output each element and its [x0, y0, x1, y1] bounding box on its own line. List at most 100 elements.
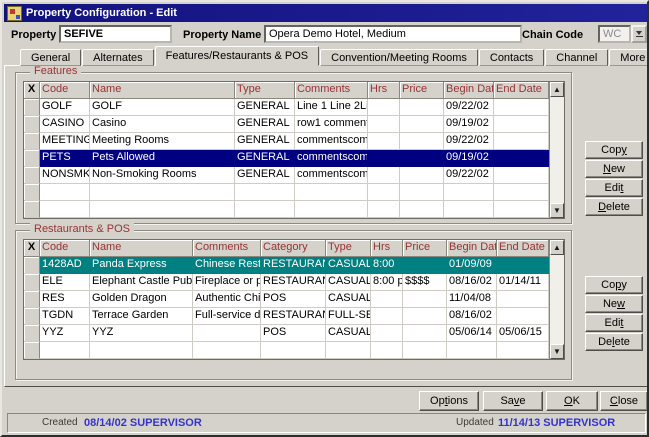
cell — [494, 184, 549, 201]
tab-bar: GeneralAlternatesFeatures/Restaurants & … — [20, 46, 649, 66]
cell: RES — [40, 291, 90, 308]
features-row-golf[interactable]: GOLFGOLFGENERALLine 1 Line 2Line09/22/02 — [24, 99, 564, 116]
close-button[interactable]: Close — [600, 391, 648, 411]
features-column-header-price: Price — [400, 82, 444, 99]
cell: 1428AD — [40, 257, 90, 274]
restaurants-scrollbar[interactable]: ▲▼ — [549, 240, 564, 359]
features-row-pets[interactable]: PETSPets AllowedGENERALcommentscomme09/1… — [24, 150, 564, 167]
cell — [400, 201, 444, 218]
cell: row1 comments o — [295, 116, 368, 133]
cell — [326, 342, 371, 359]
chain-code-lov-button[interactable] — [631, 25, 647, 43]
cell — [400, 150, 444, 167]
row-selector-cell — [24, 133, 40, 150]
cell: GENERAL — [235, 167, 295, 184]
restaurants-row-tgdn[interactable]: TGDNTerrace GardenFull-service dininREST… — [24, 308, 564, 325]
features-new-button[interactable]: New — [585, 160, 643, 178]
restaurants-delete-button[interactable]: Delete — [585, 333, 643, 351]
cell: MEETING — [40, 133, 90, 150]
cell — [444, 201, 494, 218]
row-selector-cell — [24, 201, 40, 218]
cell — [371, 342, 403, 359]
cell: Line 1 Line 2Line — [295, 99, 368, 116]
restaurants-copy-button[interactable]: Copy — [585, 276, 643, 294]
cell: PETS — [40, 150, 90, 167]
cell: 8:00 — [371, 257, 403, 274]
chain-code-input[interactable] — [598, 25, 631, 43]
restaurants-column-header-type: Type — [326, 240, 371, 257]
restaurants-row-res[interactable]: RESGolden DragonAuthentic ChinesPOSCASUA… — [24, 291, 564, 308]
cell: RESTAURANT — [261, 274, 326, 291]
cell: 09/19/02 — [444, 150, 494, 167]
features-row-meeting[interactable]: MEETINGMeeting RoomsGENERALcommentscomme… — [24, 133, 564, 150]
features-copy-button[interactable]: Copy — [585, 141, 643, 159]
cell: Panda Express — [90, 257, 193, 274]
save-button[interactable]: Save — [483, 391, 543, 411]
property-input[interactable] — [59, 25, 172, 43]
row-selector-cell — [24, 167, 40, 184]
cell: TGDN — [40, 308, 90, 325]
tab-general[interactable]: General — [20, 49, 81, 66]
row-selector-cell — [24, 291, 40, 308]
features-row-nonsmking[interactable]: NONSMKINGNon-Smoking RoomsGENERALcomment… — [24, 167, 564, 184]
cell — [261, 342, 326, 359]
features-row-casino[interactable]: CASINOCasinoGENERALrow1 comments o09/19/… — [24, 116, 564, 133]
restaurants-new-button[interactable]: New — [585, 295, 643, 313]
tab-alternates[interactable]: Alternates — [82, 49, 154, 66]
cell: 09/22/02 — [444, 133, 494, 150]
row-selector-cell — [24, 325, 40, 342]
row-selector-cell — [24, 150, 40, 167]
restaurants-edit-button[interactable]: Edit — [585, 314, 643, 332]
restaurants-row-yyz[interactable]: YYZYYZPOSCASUAL D05/06/1405/06/15 — [24, 325, 564, 342]
restaurants-column-header-category: Category — [261, 240, 326, 257]
cell — [295, 201, 368, 218]
cell — [497, 291, 549, 308]
cell: 05/06/14 — [447, 325, 497, 342]
features-scroll-down-button[interactable]: ▼ — [550, 203, 564, 218]
tab-channel[interactable]: Channel — [545, 49, 608, 66]
cell: POS — [261, 325, 326, 342]
row-selector-cell — [24, 257, 40, 274]
cell: GENERAL — [235, 133, 295, 150]
tab-convention-meeting-rooms[interactable]: Convention/Meeting Rooms — [320, 49, 478, 66]
restaurants-row-1428ad[interactable]: 1428ADPanda ExpressChinese RestauRESTAUR… — [24, 257, 564, 274]
restaurants-column-header-price: Price — [403, 240, 447, 257]
features-scrollbar[interactable]: ▲▼ — [549, 82, 564, 218]
cell: CASUAL D — [326, 325, 371, 342]
tab-features-restaurants-pos[interactable]: Features/Restaurants & POS — [155, 46, 319, 66]
features-column-header-type: Type — [235, 82, 295, 99]
restaurants-scroll-up-button[interactable]: ▲ — [550, 240, 564, 255]
restaurants-row-ele[interactable]: ELEElephant Castle PubFireplace or patRE… — [24, 274, 564, 291]
restaurants-column-header-name: Name — [90, 240, 193, 257]
restaurants-column-header-hrs: Hrs — [371, 240, 403, 257]
row-selector-cell — [24, 274, 40, 291]
cell: 09/19/02 — [444, 116, 494, 133]
features-column-header-begin-date: Begin Date — [444, 82, 494, 99]
cell — [444, 184, 494, 201]
tab-more[interactable]: More — [609, 49, 649, 66]
restaurants-scroll-down-button[interactable]: ▼ — [550, 344, 564, 359]
features-column-header-code: Code — [40, 82, 90, 99]
features-scroll-up-button[interactable]: ▲ — [550, 82, 564, 97]
cell: commentscomme — [295, 150, 368, 167]
cell — [447, 342, 497, 359]
app-icon — [7, 6, 22, 21]
ok-button[interactable]: OK — [546, 391, 598, 411]
cell — [368, 116, 400, 133]
restaurants-column-header-x: X — [24, 240, 40, 257]
cell: Pets Allowed — [90, 150, 235, 167]
cell — [90, 184, 235, 201]
cell: ELE — [40, 274, 90, 291]
cell: commentscomme — [295, 133, 368, 150]
options-button[interactable]: Options — [419, 391, 479, 411]
tab-contacts[interactable]: Contacts — [479, 49, 544, 66]
features-edit-button[interactable]: Edit — [585, 179, 643, 197]
cell — [494, 133, 549, 150]
features-delete-button[interactable]: Delete — [585, 198, 643, 216]
cell: 08/16/02 — [447, 308, 497, 325]
row-selector-cell — [24, 342, 40, 359]
cell: Golden Dragon — [90, 291, 193, 308]
updated-value: 11/14/13 SUPERVISOR — [498, 417, 615, 429]
cell: GENERAL — [235, 116, 295, 133]
property-name-input[interactable] — [264, 25, 522, 43]
